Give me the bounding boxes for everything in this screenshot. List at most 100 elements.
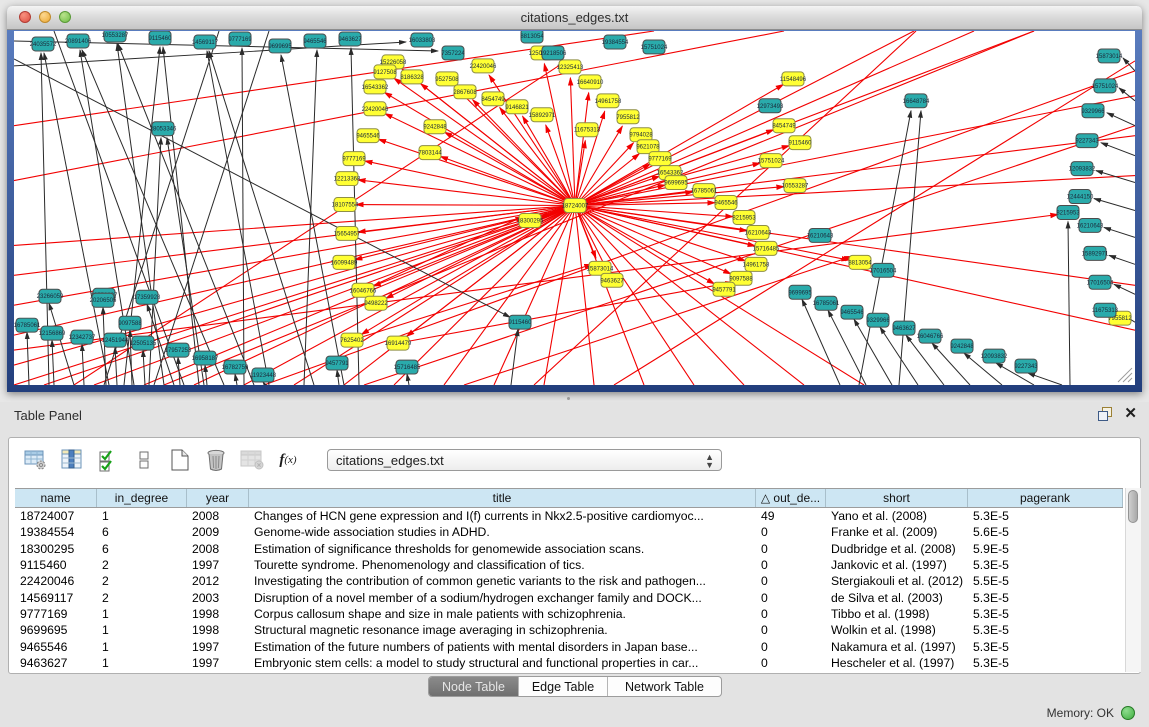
graph-node[interactable]: 9097588 bbox=[118, 316, 142, 330]
graph-node[interactable]: 9465546 bbox=[840, 305, 864, 319]
graph-node[interactable]: 9457791 bbox=[325, 356, 349, 370]
graph-node[interactable]: 9227343 bbox=[1075, 134, 1099, 148]
graph-node[interactable]: 9699695 bbox=[268, 39, 292, 53]
graph-node[interactable]: 8454749 bbox=[481, 92, 505, 106]
graph-node[interactable]: 9527508 bbox=[435, 72, 459, 86]
window-titlebar[interactable]: citations_edges.txt bbox=[7, 6, 1142, 30]
graph-node[interactable]: 7625402 bbox=[340, 333, 364, 347]
table-row[interactable]: 2242004622012Investigating the contribut… bbox=[15, 573, 1123, 589]
graph-node[interactable]: 28053346 bbox=[150, 122, 177, 136]
graph-node[interactable]: 9115460 bbox=[509, 315, 533, 329]
graph-node[interactable]: 15751024 bbox=[758, 154, 785, 168]
resize-grip-icon[interactable] bbox=[1118, 368, 1132, 382]
graph-node[interactable]: 16782759 bbox=[222, 360, 249, 374]
graph-node[interactable]: 12451944 bbox=[102, 333, 129, 347]
graph-node[interactable]: 23266059 bbox=[37, 289, 64, 303]
graph-node[interactable]: 16046766 bbox=[917, 329, 944, 343]
graph-node[interactable]: 12342737 bbox=[69, 330, 96, 344]
graph-node[interactable]: 12505135 bbox=[130, 336, 157, 350]
graph-node[interactable]: 9465546 bbox=[356, 129, 380, 143]
delete-column-icon[interactable] bbox=[201, 446, 231, 474]
graph-node[interactable]: 8813054 bbox=[848, 255, 872, 269]
graph-node[interactable]: 14569117 bbox=[192, 35, 219, 49]
graph-node[interactable]: 17957253 bbox=[165, 343, 192, 357]
graph-node[interactable]: 16958187 bbox=[192, 351, 219, 365]
graph-node[interactable]: 10553287 bbox=[782, 179, 809, 193]
select-mode-icon[interactable] bbox=[93, 446, 123, 474]
graph-node[interactable]: 9115460 bbox=[149, 31, 173, 45]
graph-node[interactable]: 18300295 bbox=[517, 213, 544, 227]
graph-node[interactable]: 15892971 bbox=[529, 108, 556, 122]
citation-network-graph[interactable]: 1872400715226058912750816543362818632895… bbox=[14, 31, 1135, 385]
graph-node[interactable]: 9465546 bbox=[303, 34, 327, 48]
table-row[interactable]: 1872400712008Changes of HCN gene express… bbox=[15, 508, 1123, 524]
table-row[interactable]: 1938455462009Genome-wide association stu… bbox=[15, 524, 1123, 540]
network-view-canvas[interactable]: 1872400715226058912750816543362818632895… bbox=[14, 31, 1135, 385]
graph-node[interactable]: 16543362 bbox=[362, 80, 389, 94]
graph-node[interactable]: 16914479 bbox=[385, 336, 412, 350]
tab-edge-table[interactable]: Edge Table bbox=[518, 677, 607, 696]
graph-node[interactable]: 9115460 bbox=[789, 136, 813, 150]
graph-node[interactable]: 7357224 bbox=[441, 46, 465, 60]
graph-node[interactable]: 9777169 bbox=[228, 32, 252, 46]
graph-node[interactable]: 9463627 bbox=[892, 321, 916, 335]
graph-node[interactable]: 9227343 bbox=[1014, 359, 1038, 373]
graph-node[interactable]: 15751024 bbox=[1092, 79, 1119, 93]
table-mode-icon[interactable] bbox=[21, 446, 51, 474]
table-row[interactable]: 911546021997Tourette syndrome. Phenomeno… bbox=[15, 557, 1123, 573]
graph-node[interactable]: 8454749 bbox=[772, 119, 796, 133]
row-height-icon[interactable] bbox=[129, 446, 159, 474]
close-panel-icon[interactable]: ✕ bbox=[1124, 407, 1137, 421]
graph-node[interactable]: 8215953 bbox=[732, 210, 756, 224]
table-row[interactable]: 1456911722003Disruption of a novel membe… bbox=[15, 589, 1123, 605]
graph-node[interactable]: 7803144 bbox=[418, 146, 442, 160]
graph-node[interactable]: 14961758 bbox=[743, 257, 770, 271]
tab-node-table[interactable]: Node Table bbox=[429, 677, 518, 696]
graph-node[interactable]: 9329966 bbox=[1081, 104, 1105, 118]
graph-node[interactable]: 15892971 bbox=[1082, 246, 1109, 260]
graph-node[interactable]: 9463627 bbox=[600, 273, 624, 287]
table-row[interactable]: 977716911998Corpus callosum shape and si… bbox=[15, 606, 1123, 622]
table-row[interactable]: 969969511998Structural magnetic resonanc… bbox=[15, 622, 1123, 638]
table-row[interactable]: 946554611997Estimation of the future num… bbox=[15, 638, 1123, 654]
table-row[interactable]: 1830029562008Estimation of significance … bbox=[15, 541, 1123, 557]
graph-node[interactable]: 18107554 bbox=[332, 198, 359, 212]
column-header-short[interactable]: short bbox=[826, 489, 968, 507]
graph-node[interactable]: 15654957 bbox=[334, 226, 361, 240]
graph-node[interactable]: 9146821 bbox=[505, 100, 529, 114]
graph-node[interactable]: 9777169 bbox=[648, 152, 672, 166]
graph-node[interactable]: 15751024 bbox=[641, 40, 668, 54]
column-header-year[interactable]: year bbox=[187, 489, 249, 507]
graph-node[interactable]: 15716485 bbox=[753, 241, 780, 255]
graph-node[interactable]: 24035572 bbox=[30, 37, 57, 51]
show-columns-icon[interactable] bbox=[57, 446, 87, 474]
new-column-icon[interactable] bbox=[165, 446, 195, 474]
table-row[interactable]: 946362711997Embryonic stem cells: a mode… bbox=[15, 655, 1123, 671]
graph-node[interactable]: 9242848 bbox=[950, 339, 974, 353]
graph-node[interactable]: 9457791 bbox=[712, 282, 736, 296]
column-header-pagerank[interactable]: pagerank bbox=[968, 489, 1123, 507]
graph-node[interactable]: 8186328 bbox=[400, 70, 424, 84]
graph-node[interactable]: 20206505 bbox=[90, 293, 117, 307]
graph-node[interactable]: 16210643 bbox=[745, 225, 772, 239]
panel-splitter-handle[interactable] bbox=[566, 396, 575, 401]
graph-node[interactable]: 12973493 bbox=[757, 99, 784, 113]
graph-node[interactable]: 20891406 bbox=[65, 34, 92, 48]
graph-node[interactable]: 16033803 bbox=[409, 33, 436, 47]
graph-node[interactable]: 16785061 bbox=[813, 296, 840, 310]
graph-node[interactable]: 22420046 bbox=[470, 59, 497, 73]
column-header-out_de[interactable]: △ out_de... bbox=[756, 489, 826, 507]
graph-node[interactable]: 19218506 bbox=[540, 46, 567, 60]
graph-node[interactable]: 10553287 bbox=[102, 31, 129, 42]
graph-node[interactable]: 12213368 bbox=[334, 172, 361, 186]
graph-node[interactable]: 15873014 bbox=[1096, 49, 1123, 63]
graph-node[interactable]: 8813054 bbox=[520, 31, 544, 43]
graph-node[interactable]: 16210643 bbox=[807, 228, 834, 242]
graph-node[interactable]: 9242848 bbox=[423, 120, 447, 134]
graph-node[interactable]: 9699695 bbox=[664, 176, 688, 190]
float-panel-icon[interactable] bbox=[1098, 407, 1112, 421]
column-header-in_degree[interactable]: in_degree bbox=[97, 489, 187, 507]
graph-node[interactable]: 9329966 bbox=[866, 313, 890, 327]
graph-node[interactable]: 12325413 bbox=[557, 60, 584, 74]
graph-node[interactable]: 12093832 bbox=[981, 349, 1008, 363]
